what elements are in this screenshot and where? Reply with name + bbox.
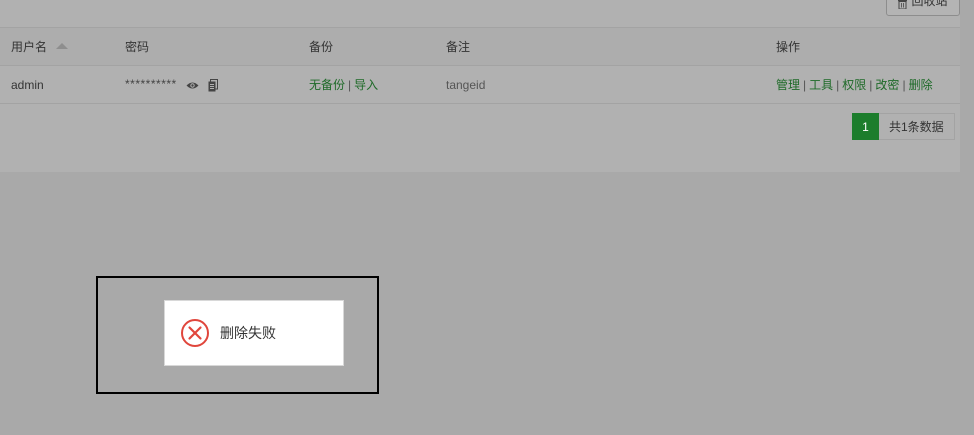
column-header-remark: 备注 xyxy=(435,27,765,66)
manage-link[interactable]: 管理 xyxy=(776,78,800,92)
column-header-username[interactable]: 用户名 xyxy=(0,27,114,66)
column-header-password: 密码 xyxy=(114,27,298,66)
recycle-bin-button[interactable]: 回收站 xyxy=(886,0,960,16)
trash-icon xyxy=(898,0,908,9)
change-password-link[interactable]: 改密 xyxy=(875,78,899,92)
separator: | xyxy=(869,78,873,92)
column-header-actions: 操作 xyxy=(765,27,960,66)
copy-icon[interactable] xyxy=(208,78,219,92)
separator: | xyxy=(348,78,352,92)
cell-actions: 管理 | 工具 | 权限 | 改密 | 删除 xyxy=(765,65,960,104)
sort-ascending-icon[interactable] xyxy=(56,43,69,49)
accounts-panel: 回收站 用户名 密码 备份 备注 操作 admin ********** 无备份… xyxy=(0,0,960,172)
pagination: 1 共1条数据 xyxy=(852,113,955,140)
import-link[interactable]: 导入 xyxy=(354,78,378,92)
column-header-username-label: 用户名 xyxy=(11,40,48,54)
cell-username: admin xyxy=(0,65,114,104)
permissions-link[interactable]: 权限 xyxy=(842,78,866,92)
backup-status-link[interactable]: 无备份 xyxy=(309,78,345,92)
page-button-current[interactable]: 1 xyxy=(852,113,879,140)
cell-password: ********** xyxy=(114,65,298,104)
column-header-backup: 备份 xyxy=(298,27,435,66)
separator: | xyxy=(836,78,840,92)
table-row: admin ********** 无备份 | 导入 tangeid 管理 | 工… xyxy=(0,65,960,104)
separator: | xyxy=(803,78,807,92)
tools-link[interactable]: 工具 xyxy=(809,78,833,92)
cell-backup: 无备份 | 导入 xyxy=(298,65,435,104)
toast-message: 删除失败 xyxy=(220,325,276,341)
error-toast: 删除失败 xyxy=(164,300,344,366)
recycle-bin-label: 回收站 xyxy=(911,0,948,8)
delete-link[interactable]: 删除 xyxy=(909,78,933,92)
error-circle-x-icon xyxy=(181,319,209,347)
accounts-table: 用户名 密码 备份 备注 操作 admin ********** 无备份 | 导… xyxy=(0,27,960,104)
table-header-row: 用户名 密码 备份 备注 操作 xyxy=(0,27,960,66)
separator: | xyxy=(902,78,906,92)
password-mask: ********** xyxy=(125,77,177,92)
cell-remark[interactable]: tangeid xyxy=(435,65,765,104)
pagination-total: 共1条数据 xyxy=(879,113,955,140)
eye-icon[interactable] xyxy=(186,81,199,90)
